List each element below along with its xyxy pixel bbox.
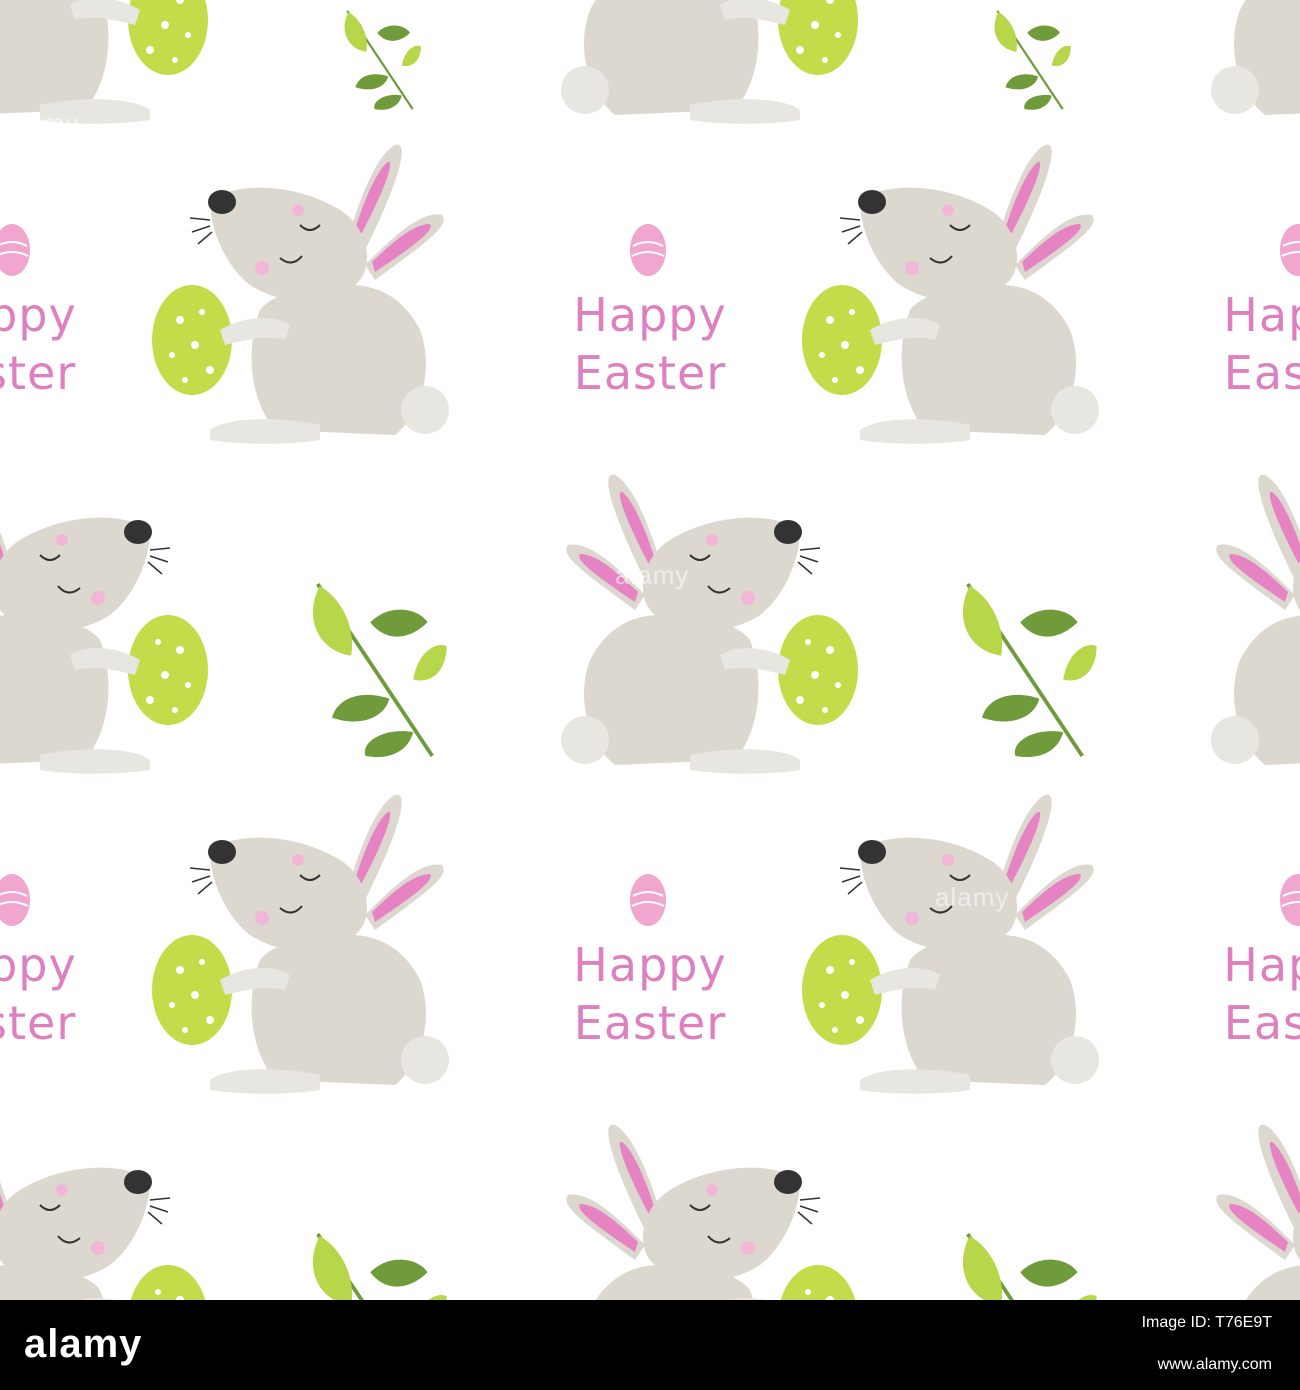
easter-egg-icon bbox=[629, 873, 667, 927]
bunny-left-icon bbox=[1210, 0, 1300, 125]
bunny-right-icon bbox=[151, 143, 450, 445]
watermark-text: alamy bbox=[5, 108, 80, 138]
greeting-happy-easter: Happy Easter bbox=[0, 938, 77, 1050]
easter-pattern-background: Happy Easter Happy Easter Happy Easter H… bbox=[0, 0, 1300, 1300]
leaf-branch-icon bbox=[993, 9, 1072, 111]
easter-egg-icon bbox=[0, 873, 31, 927]
bunny-left-icon bbox=[0, 1123, 209, 1300]
footer-image-id: Image ID: T76E9T bbox=[1141, 1314, 1272, 1331]
leaf-branch-icon bbox=[311, 1232, 449, 1300]
easter-egg-icon bbox=[629, 223, 667, 277]
easter-egg-icon bbox=[1279, 873, 1300, 927]
greeting-happy-easter: Happy Easter bbox=[1223, 938, 1300, 1050]
bunny-left-icon bbox=[560, 0, 859, 125]
greeting-happy-easter: Happy Easter bbox=[573, 938, 727, 1050]
bunny-left-icon bbox=[1210, 473, 1300, 775]
greeting-happy-easter: Happy Easter bbox=[573, 288, 727, 400]
bunny-left-icon bbox=[0, 473, 209, 775]
greeting-happy-easter: Happy Easter bbox=[1223, 288, 1300, 400]
watermark-footer: alamy Image ID: T76E9T www.alamy.com bbox=[0, 1300, 1300, 1390]
leaf-branch-icon bbox=[343, 9, 422, 111]
bunny-left-icon bbox=[560, 1123, 859, 1300]
watermark-text: alamy bbox=[935, 882, 1010, 912]
leaf-branch-icon bbox=[311, 582, 449, 760]
footer-logo: alamy bbox=[24, 1322, 143, 1366]
bunny-left-icon bbox=[1210, 1123, 1300, 1300]
footer-url: www.alamy.com bbox=[1157, 1356, 1272, 1373]
bunny-right-icon bbox=[801, 793, 1100, 1095]
bunny-right-icon bbox=[151, 793, 450, 1095]
watermark-text: alamy bbox=[615, 560, 690, 590]
easter-egg-icon bbox=[1279, 223, 1300, 277]
greeting-happy-easter: Happy Easter bbox=[0, 288, 77, 400]
bunny-left-icon bbox=[560, 473, 859, 775]
bunny-right-icon bbox=[801, 143, 1100, 445]
leaf-branch-icon bbox=[961, 1232, 1099, 1300]
easter-egg-icon bbox=[0, 223, 31, 277]
leaf-branch-icon bbox=[961, 582, 1099, 760]
